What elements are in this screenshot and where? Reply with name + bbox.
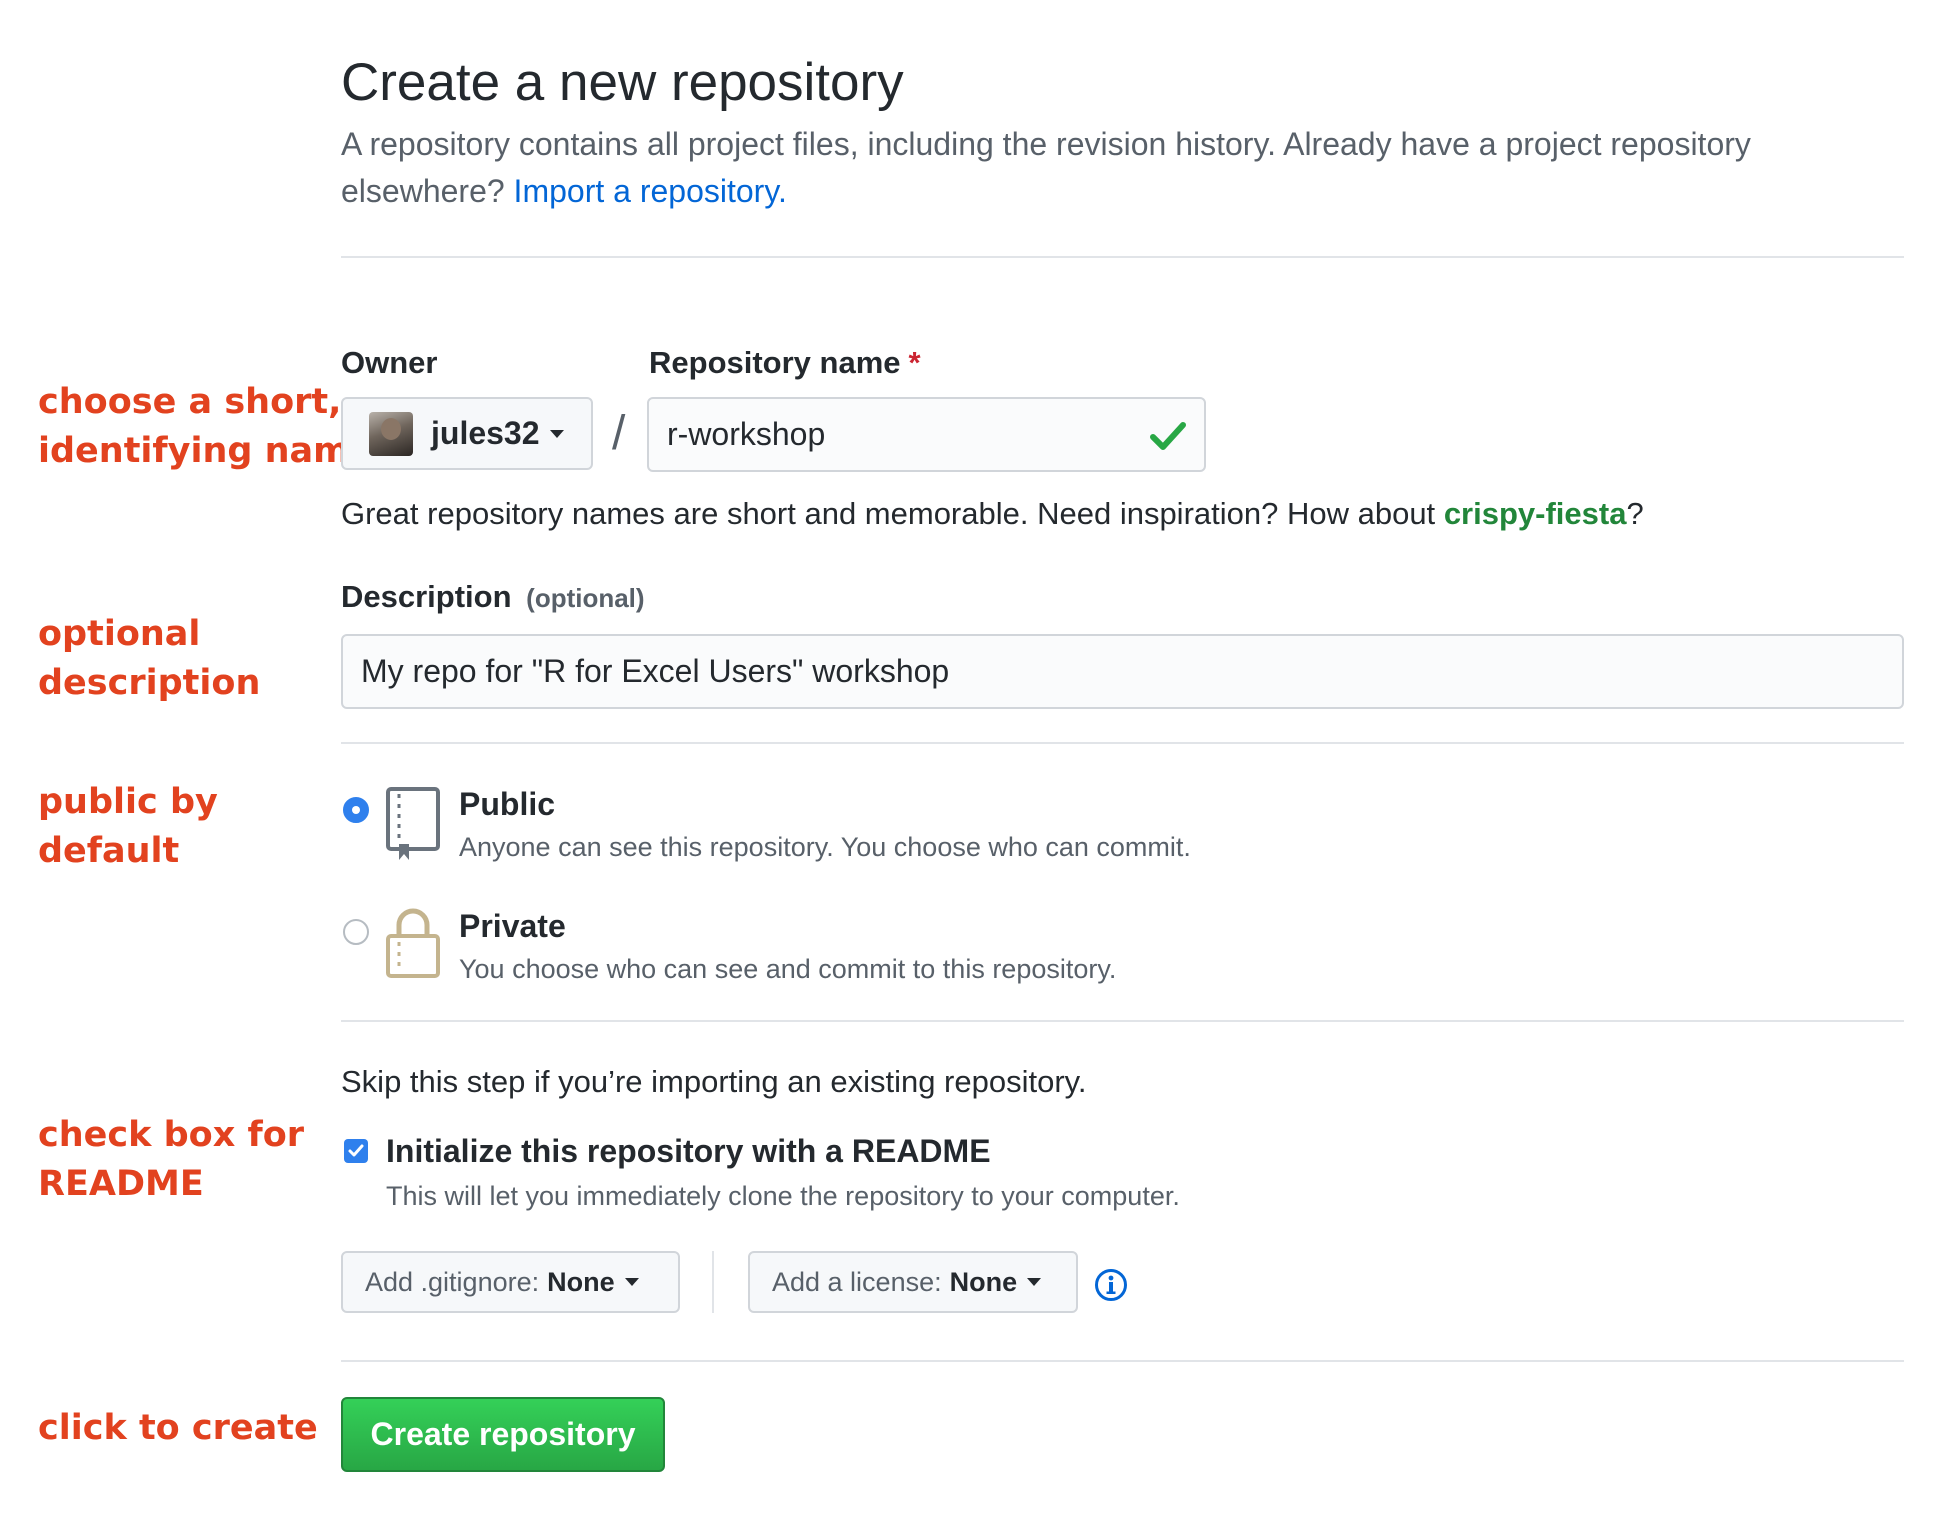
create-repository-button[interactable]: Create repository	[341, 1397, 665, 1472]
license-dropdown[interactable]: Add a license: None	[748, 1251, 1078, 1313]
avatar	[369, 411, 413, 456]
page-title: Create a new repository	[341, 53, 904, 112]
checkmark-icon	[348, 1144, 364, 1157]
owner-name: jules32	[431, 415, 540, 451]
description-label-text: Description	[341, 579, 512, 614]
public-radio[interactable]	[343, 797, 369, 823]
annotation-line: check box for	[38, 1115, 305, 1155]
annotation-line: README	[38, 1164, 204, 1204]
private-title: Private	[459, 908, 566, 944]
annotation-line: optional	[38, 614, 201, 654]
page-subtitle: A repository contains all project files,…	[341, 121, 1921, 215]
description-label: Description (optional)	[341, 577, 645, 618]
annotation-line: choose a short,	[38, 382, 342, 422]
optional-tag: (optional)	[526, 583, 645, 613]
private-radio[interactable]	[343, 919, 369, 945]
import-repository-link[interactable]: Import a repository.	[514, 173, 787, 209]
owner-dropdown[interactable]: jules32	[341, 397, 593, 470]
annotation-description: optional description	[38, 610, 260, 708]
repository-name-input[interactable]	[647, 397, 1206, 472]
slash-separator: /	[612, 407, 626, 460]
annotation-readme: check box for README	[38, 1111, 304, 1209]
annotation-line: public by	[38, 782, 218, 822]
annotation-visibility: public by default	[38, 778, 218, 876]
caret-down-icon	[549, 429, 564, 438]
vertical-divider	[712, 1251, 714, 1313]
gitignore-dropdown[interactable]: Add .gitignore: None	[341, 1251, 680, 1313]
repo-name-hint: Great repository names are short and mem…	[341, 494, 1644, 534]
divider	[341, 1020, 1904, 1022]
repo-book-icon	[386, 787, 440, 860]
gitignore-value: None	[547, 1266, 615, 1297]
check-icon	[1150, 422, 1186, 450]
annotation-line: identifying name	[38, 431, 374, 471]
name-suggestion[interactable]: crispy-fiesta	[1444, 496, 1627, 531]
divider	[341, 256, 1904, 258]
hint-suffix: ?	[1626, 496, 1644, 531]
caret-down-icon	[624, 1278, 639, 1286]
annotation-create: click to create	[38, 1404, 318, 1453]
gitignore-label: Add .gitignore:	[365, 1266, 540, 1297]
license-value: None	[949, 1266, 1018, 1297]
readme-title: Initialize this repository with a README	[386, 1133, 991, 1169]
required-mark: *	[908, 345, 921, 380]
hint-text: Great repository names are short and mem…	[341, 496, 1436, 531]
public-description: Anyone can see this repository. You choo…	[459, 832, 1191, 862]
repo-name-label: Repository name *	[649, 343, 921, 383]
private-description: You choose who can see and commit to thi…	[459, 954, 1117, 984]
owner-label: Owner	[341, 345, 438, 380]
lock-icon	[386, 908, 440, 978]
readme-description: This will let you immediately clone the …	[386, 1181, 1180, 1211]
caret-down-icon	[1027, 1278, 1042, 1286]
skip-step-text: Skip this step if you’re importing an ex…	[341, 1064, 1087, 1099]
annotation-name: choose a short, identifying name	[38, 378, 373, 476]
license-label: Add a license:	[772, 1266, 942, 1297]
info-icon[interactable]	[1094, 1268, 1128, 1302]
readme-checkbox[interactable]	[344, 1139, 368, 1163]
repo-name-label-text: Repository name	[649, 345, 901, 380]
annotation-line: default	[38, 831, 180, 871]
annotation-line: click to create	[38, 1408, 318, 1448]
divider	[341, 742, 1904, 744]
annotation-line: description	[38, 663, 261, 703]
public-title: Public	[459, 786, 556, 822]
divider	[341, 1360, 1904, 1362]
description-input[interactable]	[341, 634, 1904, 709]
